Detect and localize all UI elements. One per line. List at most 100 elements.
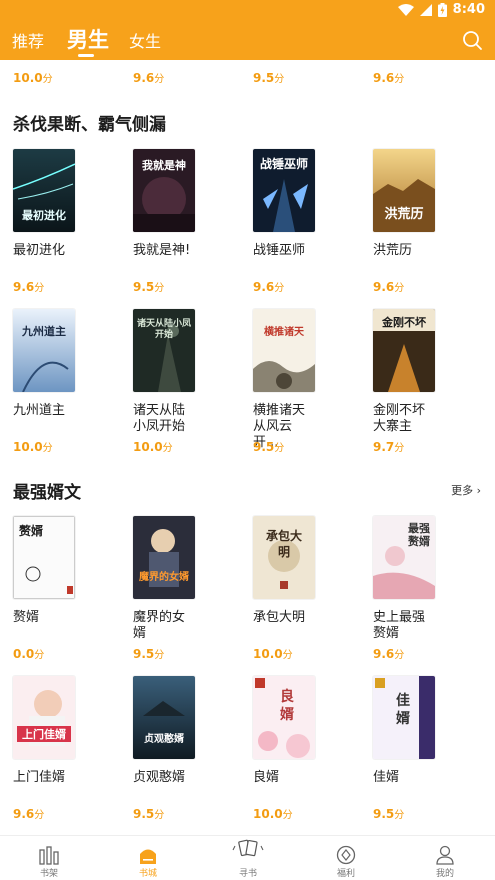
active-tab-indicator <box>78 54 94 57</box>
nav-welfare[interactable]: 福利 <box>316 836 376 880</box>
book-card[interactable]: 承包大明 承包大明 <box>253 516 363 626</box>
book-cover: 战锤巫师 <box>253 149 315 232</box>
book-score: 9.6分 <box>133 71 165 85</box>
nav-bookshelf[interactable]: 书架 <box>19 836 79 880</box>
cover-title: 九州道主 <box>22 325 66 338</box>
cover-title: 我就是神 <box>142 159 186 172</box>
find-book-icon <box>232 839 264 857</box>
cover-art <box>133 516 195 599</box>
book-card[interactable]: 九州道主 九州道主 <box>13 309 123 419</box>
section-title: 杀伐果断、霸气侧漏 <box>13 115 166 135</box>
book-score: 9.6分 <box>253 280 285 294</box>
book-score: 9.5分 <box>373 807 405 821</box>
nav-find-book[interactable]: 寻书 <box>218 836 278 880</box>
book-score: 9.5分 <box>133 647 165 661</box>
book-card[interactable]: 上门佳婿 上门佳婿 <box>13 676 123 786</box>
book-score: 9.5分 <box>253 440 285 454</box>
book-cover: 横推诸天 <box>253 309 315 392</box>
section-title: 最强婿文 <box>13 483 81 503</box>
book-score: 9.6分 <box>13 807 45 821</box>
bookstore-home-icon <box>140 849 156 864</box>
cover-art <box>13 309 75 392</box>
more-link[interactable]: 更多 › <box>451 482 481 498</box>
book-card[interactable]: 诸天从陆小凤开始 诸天从陆小凤开始 <box>133 309 243 435</box>
book-cover: 佳婿 <box>373 676 435 759</box>
book-card[interactable]: 横推诸天 横推诸天从风云开... <box>253 309 363 451</box>
more-label: 更多 <box>451 484 474 497</box>
tab-recommend[interactable]: 推荐 <box>12 28 44 52</box>
book-title: 史上最强赘婿 <box>373 610 426 641</box>
book-title: 上门佳婿 <box>13 770 66 785</box>
book-score: 9.6分 <box>373 71 405 85</box>
status-icons: 8:40 <box>397 2 485 17</box>
book-title: 贞观憨婿 <box>133 770 186 785</box>
cover-title: 最初进化 <box>22 209 66 222</box>
book-card[interactable]: 洪荒历 洪荒历 <box>373 149 483 259</box>
book-cover: 金刚不坏 <box>373 309 435 392</box>
bookshelf-icon <box>39 846 59 865</box>
cover-title: 贞观憨婿 <box>144 734 184 745</box>
book-cover: 洪荒历 <box>373 149 435 232</box>
battery-icon <box>437 2 447 17</box>
book-score: 10.0分 <box>13 440 53 454</box>
book-card[interactable]: 最初进化 最初进化 <box>13 149 123 259</box>
book-card[interactable]: 赘婿 赘婿 <box>13 516 123 626</box>
signal-icon <box>419 3 432 16</box>
nav-profile[interactable]: 我的 <box>415 836 475 880</box>
nav-label: 福利 <box>336 869 355 879</box>
book-card[interactable]: 贞观憨婿 贞观憨婿 <box>133 676 243 786</box>
book-score: 9.5分 <box>133 807 165 821</box>
welfare-icon <box>336 845 356 865</box>
book-card[interactable]: 战锤巫师 战锤巫师 <box>253 149 363 259</box>
book-card[interactable]: 最强赘婿 史上最强赘婿 <box>373 516 483 642</box>
status-time: 8:40 <box>452 2 485 17</box>
book-score: 0.0分 <box>13 647 45 661</box>
top-bar: 8:40 推荐 男生 女生 <box>0 0 495 60</box>
book-score: 10.0分 <box>13 71 53 85</box>
cover-title: 魔界的女婿 <box>139 572 189 583</box>
book-card[interactable]: 佳婿 佳婿 <box>373 676 483 786</box>
tab-male[interactable]: 男生 <box>67 24 109 54</box>
cover-title: 最强赘婿 <box>408 522 430 548</box>
cover-art <box>133 676 195 759</box>
book-cover: 诸天从陆小凤开始 <box>133 309 195 392</box>
tab-female[interactable]: 女生 <box>129 28 161 52</box>
search-icon[interactable] <box>461 29 483 51</box>
cover-title: 诸天从陆小凤开始 <box>137 319 192 340</box>
book-card[interactable]: 良婿 良婿 <box>253 676 363 786</box>
cover-title: 战锤巫师 <box>259 157 308 171</box>
chevron-right-icon: › <box>476 484 481 497</box>
cover-art <box>13 676 75 759</box>
book-cover: 最初进化 <box>13 149 75 232</box>
category-tabs: 推荐 男生 女生 <box>0 20 495 60</box>
book-cover: 最强赘婿 <box>373 516 435 599</box>
cover-title: 金刚不坏 <box>382 316 426 329</box>
nav-label: 书架 <box>39 869 58 879</box>
book-title: 赘婿 <box>13 610 40 625</box>
book-title: 最初进化 <box>13 243 66 258</box>
nav-label: 我的 <box>435 869 454 879</box>
book-card[interactable]: 我就是神 我就是神! <box>133 149 243 259</box>
content-scroll[interactable]: 10.0分 9.6分 9.5分 9.6分 杀伐果断、霸气侧漏 最初进化 最初进化… <box>0 60 495 835</box>
book-score: 9.5分 <box>133 280 165 294</box>
nav-bookstore[interactable]: 书城 <box>118 836 178 880</box>
book-title: 战锤巫师 <box>253 243 306 258</box>
cover-title: 横推诸天 <box>264 327 304 338</box>
book-title: 佳婿 <box>373 770 400 785</box>
book-cover: 九州道主 <box>13 309 75 392</box>
nav-label: 书城 <box>138 869 157 879</box>
book-cover: 良婿 <box>253 676 315 759</box>
wifi-icon <box>397 3 414 16</box>
book-title: 洪荒历 <box>373 243 413 258</box>
cover-title: 赘婿 <box>19 524 44 538</box>
cover-title: 佳婿 <box>396 693 410 727</box>
book-title: 九州道主 <box>13 403 66 418</box>
book-cover: 赘婿 <box>13 516 75 599</box>
book-card[interactable]: 魔界的女婿 魔界的女婿 <box>133 516 243 642</box>
book-cover: 承包大明 <box>253 516 315 599</box>
book-card[interactable]: 金刚不坏 金刚不坏大寨主 <box>373 309 483 435</box>
status-bar: 8:40 <box>0 0 495 20</box>
book-title: 承包大明 <box>253 610 306 625</box>
book-score: 9.6分 <box>373 280 405 294</box>
book-score: 10.0分 <box>253 647 293 661</box>
